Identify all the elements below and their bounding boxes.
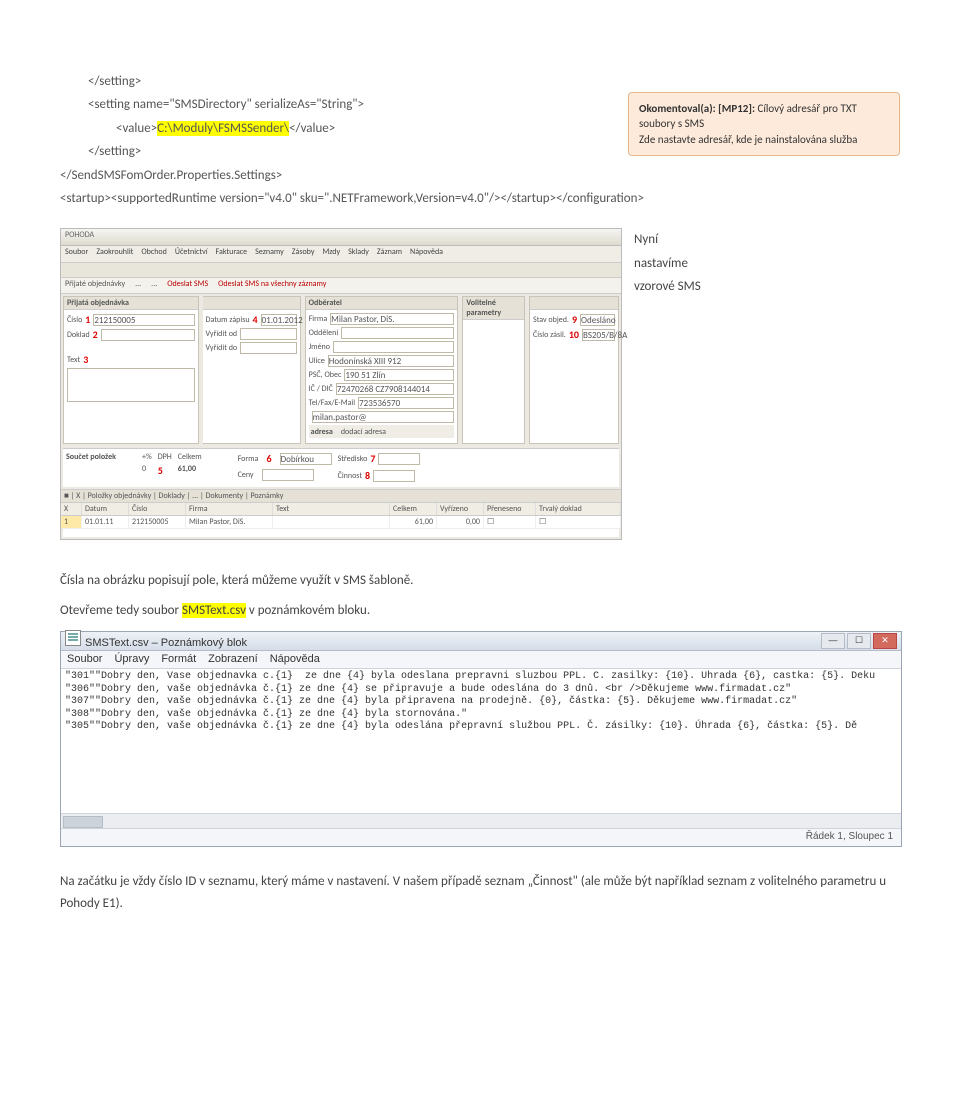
field-marker: 3 [83, 353, 88, 366]
field-marker: 8 [365, 469, 370, 482]
close-button[interactable]: ✕ [873, 633, 897, 649]
input[interactable]: milan.pastor@ [312, 411, 455, 423]
notepad-title: SMSText.csv – Poznámkový blok [85, 637, 247, 649]
field-marker: 10 [569, 328, 579, 341]
input[interactable]: 723536570 [358, 397, 454, 409]
code-line: </SendSMSFomOrder.Properties.Settings> [60, 164, 900, 187]
maximize-button[interactable]: ☐ [847, 633, 871, 649]
date-input[interactable]: 01.01.2012 [261, 314, 297, 326]
notepad-textarea[interactable]: "301""Dobry den, Vase objednavka c.{1} z… [61, 669, 901, 743]
input[interactable]: 190 51 Zlín [344, 369, 454, 381]
menu-item[interactable]: Soubor [65, 247, 88, 261]
notepad-menubar: Soubor Úpravy Formát Zobrazení Nápověda [61, 651, 901, 670]
input[interactable] [101, 329, 195, 341]
sum-area: Součet položek +% 0 DPH 5 Celkem 61,00 F… [63, 448, 619, 487]
menu-item[interactable]: Zobrazení [208, 653, 258, 667]
field-marker: 6 [266, 452, 271, 465]
input[interactable]: Milan Pastor, DiS. [330, 313, 454, 325]
minimize-button[interactable]: — [821, 633, 845, 649]
field-marker: 1 [85, 313, 90, 326]
tab-label[interactable]: Odeslat SMS [167, 279, 208, 292]
menu-item[interactable]: Nápověda [270, 653, 320, 667]
input[interactable] [262, 469, 314, 481]
input[interactable] [341, 327, 454, 339]
menu-item[interactable]: Sklady [348, 247, 369, 261]
comment-author: Okomentoval(a): [MP12]: [639, 102, 757, 115]
menu-item[interactable]: Úpravy [114, 653, 149, 667]
comment-line2: Zde nastavte adresář, kde je nainstalová… [639, 133, 857, 146]
menu-item[interactable]: Formát [161, 653, 196, 667]
input[interactable]: Odesláno [580, 314, 615, 326]
code-line: <startup><supportedRuntime version="v4.0… [60, 187, 900, 210]
notepad-window: SMSText.csv – Poznámkový blok — ☐ ✕ Soub… [60, 631, 902, 847]
input[interactable]: Dobírkou [280, 453, 332, 465]
panel-head: Odběratel [306, 297, 458, 310]
menu-item[interactable]: Obchod [141, 247, 167, 261]
menu-item[interactable]: Účetnictví [175, 247, 208, 261]
textarea[interactable] [67, 368, 195, 402]
date-input[interactable] [240, 328, 296, 340]
tab-label[interactable]: Přijaté objednávky [65, 279, 125, 292]
tab-adresa[interactable]: adresa [311, 427, 333, 437]
tab-label[interactable]: ... [151, 279, 157, 292]
notepad-statusbar: Řádek 1, Sloupec 1 [61, 828, 901, 846]
panel-order: Přijatá objednávka Číslo1212150005 Dokla… [63, 296, 199, 444]
paragraph: Na začátku je vždy číslo ID v seznamu, k… [60, 871, 900, 915]
menu-item[interactable]: Zásoby [292, 247, 315, 261]
panel-status: Stav objed.9Odesláno Číslo zásil.10BS205… [529, 296, 619, 444]
menu-item[interactable]: Záznam [377, 247, 402, 261]
input[interactable]: 212150005 [93, 314, 194, 326]
date-input[interactable] [240, 342, 296, 354]
app-toolbar [61, 263, 621, 278]
menu-item[interactable]: Soubor [67, 653, 102, 667]
grid-row[interactable]: 1 01.01.11 212150005 Milan Pastor, DiS. … [61, 516, 621, 528]
code-line: </setting> [88, 70, 900, 93]
notepad-titlebar: SMSText.csv – Poznámkový blok — ☐ ✕ [61, 632, 901, 651]
paragraph: Čísla na obrázku popisují pole, která mů… [60, 570, 900, 592]
highlighted-path: C:\Moduly\FSMSSender\ [157, 121, 289, 136]
grid-header: X Datum Číslo Firma Text Celkem Vyřízeno… [61, 502, 621, 516]
highlighted-filename: SMSText.csv [182, 603, 246, 618]
tab-label[interactable]: Odeslat SMS na všechny záznamy [218, 279, 326, 292]
notepad-icon [65, 630, 81, 646]
field-marker: 7 [370, 452, 375, 465]
panel-head: Přijatá objednávka [64, 297, 198, 310]
tab-label[interactable]: ... [135, 279, 141, 292]
app-titlebar: POHODA [61, 229, 621, 246]
panel-customer: Odběratel FirmaMilan Pastor, DiS. Odděle… [305, 296, 459, 444]
menu-item[interactable]: Mzdy [322, 247, 340, 261]
menu-item[interactable]: Nápověda [410, 247, 443, 261]
input[interactable] [333, 341, 454, 353]
field-marker: 4 [253, 313, 258, 326]
pohoda-app-screenshot: POHODA Soubor Zaokrouhlit Obchod Účetnic… [60, 228, 622, 540]
panel-dates: Datum zápisu401.01.2012 Vyřídit od Vyříd… [203, 296, 301, 444]
input[interactable] [373, 470, 415, 482]
app-menubar: Soubor Zaokrouhlit Obchod Účetnictví Fak… [61, 246, 621, 263]
panel-head: Volitelné parametry [463, 297, 524, 320]
input[interactable]: BS205/B/8A [582, 329, 615, 341]
field-marker: 9 [572, 313, 577, 326]
input[interactable]: 72470268 CZ7908144014 [336, 383, 455, 395]
app-subbar: Přijaté objednávky ... ... Odeslat SMS O… [61, 278, 621, 294]
field-marker: 2 [93, 328, 98, 341]
input[interactable] [378, 453, 420, 465]
menu-item[interactable]: Seznamy [255, 247, 284, 261]
menu-item[interactable]: Zaokrouhlit [96, 247, 133, 261]
input[interactable]: Hodonínská XIII 912 [328, 355, 455, 367]
review-comment: Okomentoval(a): [MP12]: Cílový adresář p… [628, 92, 900, 156]
side-note: Nyní nastavíme vzorové SMS [634, 228, 724, 298]
field-marker: 5 [158, 464, 163, 477]
panel-volitelne: Volitelné parametry [462, 296, 525, 444]
grid-tabs[interactable]: ■ | X | Položky objednávky | Doklady | .… [61, 489, 621, 502]
scrollbar-horizontal[interactable] [61, 813, 901, 828]
paragraph: Otevřeme tedy soubor SMSText.csv v pozná… [60, 600, 900, 622]
tab-dodaci[interactable]: dodací adresa [341, 427, 386, 437]
menu-item[interactable]: Fakturace [216, 247, 248, 261]
